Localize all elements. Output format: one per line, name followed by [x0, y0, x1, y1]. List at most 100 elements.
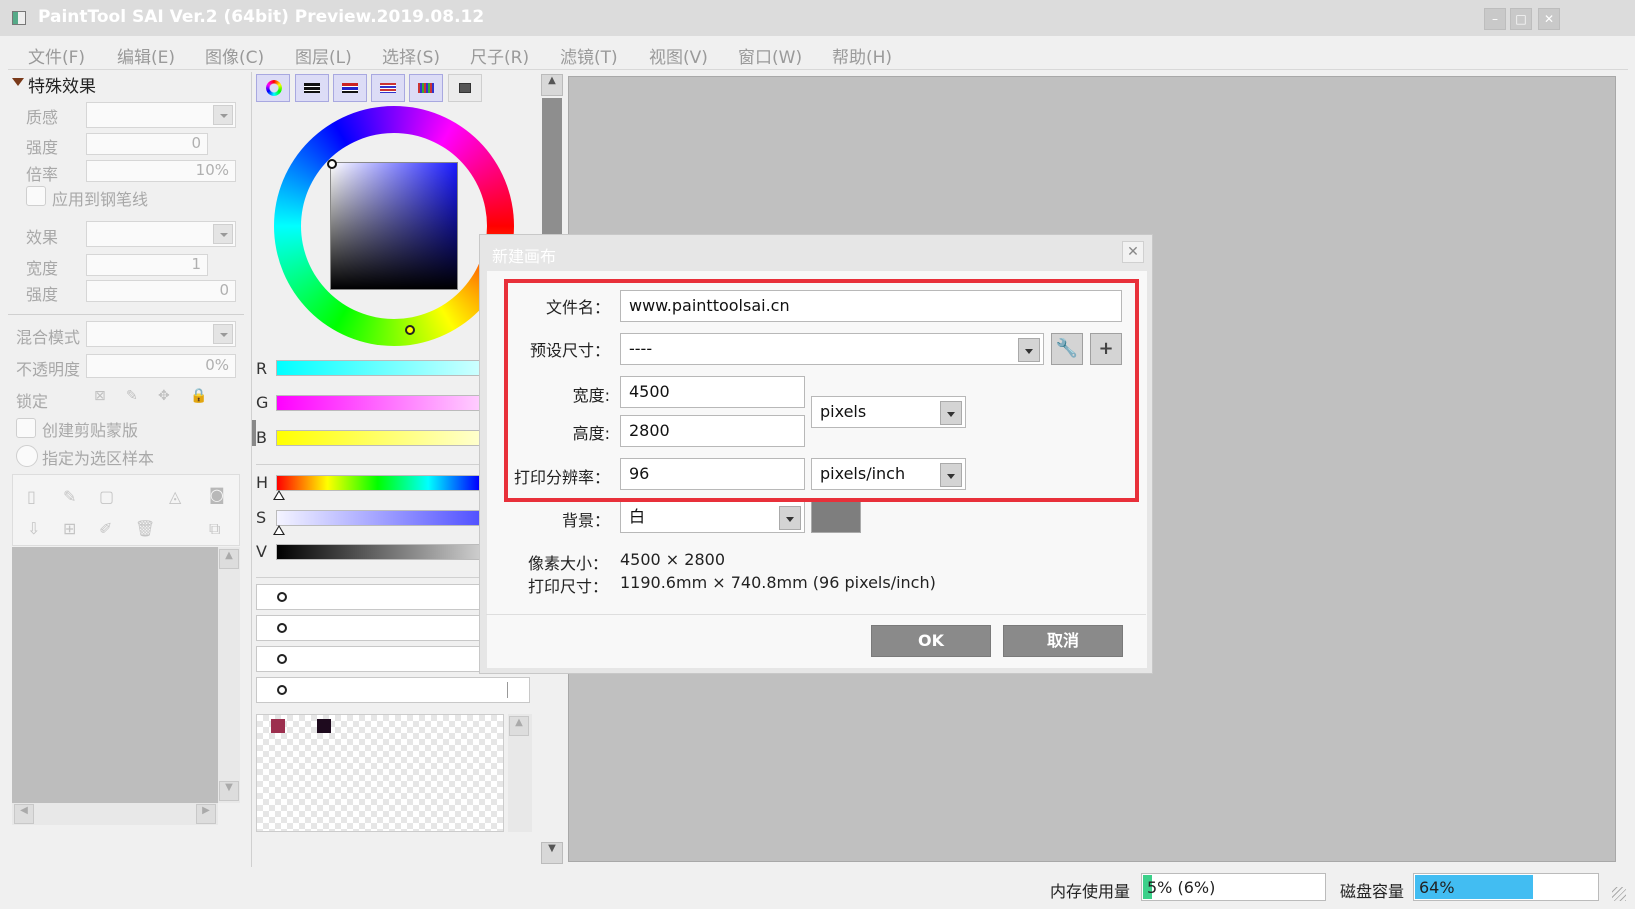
lock-move-icon[interactable]: ✥	[158, 388, 170, 404]
chevron-down-icon[interactable]	[213, 105, 233, 125]
divider	[486, 614, 1146, 615]
color-wheel-tab[interactable]	[256, 74, 290, 102]
menu-file[interactable]: 文件(F)	[28, 43, 85, 68]
menu-ruler[interactable]: 尺子(R)	[470, 43, 529, 68]
scratchpad-tab[interactable]	[448, 74, 482, 102]
effects-header: 特殊效果	[28, 77, 96, 97]
clipping-checkbox[interactable]	[16, 418, 36, 438]
width-label: 宽度	[26, 259, 59, 278]
mask-icon[interactable]: ◙	[209, 485, 225, 504]
merge-down-icon[interactable]: ⊞	[63, 519, 76, 538]
transfer-down-icon[interactable]: ⇩	[27, 519, 40, 538]
menu-filter[interactable]: 滤镜(T)	[560, 43, 618, 68]
blend-mode-select[interactable]	[86, 321, 236, 347]
menu-edit[interactable]: 编辑(E)	[117, 43, 175, 68]
hue-picker-handle[interactable]	[405, 325, 415, 335]
menu-layer[interactable]: 图层(L)	[295, 43, 352, 68]
brush-slider-4[interactable]	[256, 677, 530, 703]
pixel-size-value: 4500 × 2800	[620, 550, 726, 569]
menu-select[interactable]: 选择(S)	[382, 43, 440, 68]
scroll-up-icon[interactable]: ▲	[219, 549, 239, 569]
chevron-down-icon[interactable]	[213, 324, 233, 344]
memory-label: 内存使用量	[1050, 882, 1131, 901]
strength-field[interactable]: 0	[86, 133, 208, 155]
slider-label-s: S	[256, 508, 267, 527]
new-folder-icon[interactable]: ▢	[99, 487, 114, 506]
layer-list-hscrollbar[interactable]: ◀ ▶	[12, 803, 218, 825]
selection-source-label: 指定为选区样本	[42, 449, 155, 468]
lock-transparency-icon[interactable]: ⊠	[94, 388, 106, 404]
status-bar: 内存使用量 5% (6%) 磁盘容量 64%	[0, 867, 1635, 909]
swatch-tab[interactable]	[409, 74, 443, 102]
disk-meter: 64%	[1413, 873, 1599, 901]
cancel-button[interactable]: 取消	[1003, 625, 1123, 657]
layer-list[interactable]	[12, 547, 218, 803]
sv-picker-handle[interactable]	[327, 159, 337, 169]
menu-view[interactable]: 视图(V)	[649, 43, 708, 68]
hsv-slider-tab[interactable]	[333, 74, 367, 102]
slider-label-r: R	[256, 359, 268, 378]
sliders-icon	[304, 83, 320, 93]
new-vector-layer-icon[interactable]: ✎	[63, 487, 76, 506]
background-select[interactable]: 白	[620, 501, 805, 533]
highlight-box	[504, 279, 1139, 502]
scroll-up-icon[interactable]: ▲	[541, 74, 563, 96]
swatch-icon	[418, 83, 434, 93]
color-swatch[interactable]	[317, 719, 331, 733]
close-icon[interactable]: ✕	[1122, 241, 1144, 263]
width-field[interactable]: 1	[86, 254, 208, 276]
layer-list-scrollbar[interactable]: ▲ ▼	[218, 547, 240, 803]
maximize-icon[interactable]: □	[1510, 8, 1532, 30]
canvas-scrollbar[interactable]	[1618, 72, 1628, 864]
slider-label-b: B	[256, 428, 267, 447]
saturation-value-square[interactable]	[330, 162, 458, 290]
minimize-icon[interactable]: –	[1484, 8, 1506, 30]
menu-help[interactable]: 帮助(H)	[832, 43, 892, 68]
slider-label-v: V	[256, 542, 267, 561]
scale-field[interactable]: 10%	[86, 160, 236, 182]
delete-layer-icon[interactable]: 🗑	[135, 519, 155, 538]
selection-source-radio[interactable]	[16, 445, 38, 467]
menu-image[interactable]: 图像(C)	[205, 43, 264, 68]
strength2-field[interactable]: 0	[86, 280, 236, 302]
ok-button[interactable]: OK	[871, 625, 991, 657]
scroll-left-icon[interactable]: ◀	[14, 804, 34, 824]
chevron-down-icon[interactable]	[779, 506, 801, 530]
layer-mask-apply-icon[interactable]: ⧉	[209, 519, 220, 539]
disk-usage-text: 64%	[1419, 878, 1455, 897]
close-icon[interactable]: ✕	[1538, 8, 1560, 30]
scroll-right-icon[interactable]: ▶	[196, 804, 216, 824]
clear-layer-icon[interactable]: ✐	[99, 519, 112, 538]
menu-window[interactable]: 窗口(W)	[738, 43, 802, 68]
lock-paint-icon[interactable]: ✎	[126, 388, 138, 404]
opacity-field[interactable]: 0%	[86, 354, 236, 378]
background-color-swatch[interactable]	[811, 501, 861, 533]
blend-mode-label: 混合模式	[16, 328, 81, 347]
memory-usage-text: 5% (6%)	[1147, 878, 1216, 897]
texture-select[interactable]	[86, 102, 236, 128]
saturation-slider-handle[interactable]	[273, 525, 285, 535]
print-size-label: 打印尺寸：	[528, 577, 609, 596]
collapse-triangle-icon[interactable]	[12, 78, 24, 86]
background-label: 背景：	[561, 511, 610, 530]
print-size-value: 1190.6mm × 740.8mm (96 pixels/inch)	[620, 573, 936, 592]
effect-label: 效果	[26, 228, 59, 247]
layer-effect-icon[interactable]: ◬	[169, 487, 181, 506]
apply-to-pen-checkbox[interactable]	[26, 186, 46, 206]
layer-toolbar: ▯ ✎ ▢ ◬ ◙ ⇩ ⊞ ✐ 🗑 ⧉	[12, 474, 240, 546]
lock-all-icon[interactable]: 🔒	[190, 388, 207, 404]
hue-slider-handle[interactable]	[273, 490, 285, 500]
effect-select[interactable]	[86, 221, 236, 247]
color-swatch[interactable]	[271, 719, 285, 733]
resize-grip-icon[interactable]	[1612, 887, 1626, 901]
chevron-down-icon[interactable]	[213, 224, 233, 244]
rgb-slider-tab[interactable]	[295, 74, 329, 102]
new-layer-icon[interactable]: ▯	[27, 487, 36, 506]
palette-tab[interactable]	[371, 74, 405, 102]
scroll-up-icon[interactable]: ▲	[509, 716, 529, 736]
scroll-down-icon[interactable]: ▼	[219, 781, 239, 801]
scroll-thumb[interactable]	[542, 98, 562, 238]
scratchpad-scrollbar[interactable]: ▲	[508, 714, 532, 832]
scratchpad[interactable]	[256, 714, 504, 832]
scroll-down-icon[interactable]: ▼	[541, 842, 563, 864]
